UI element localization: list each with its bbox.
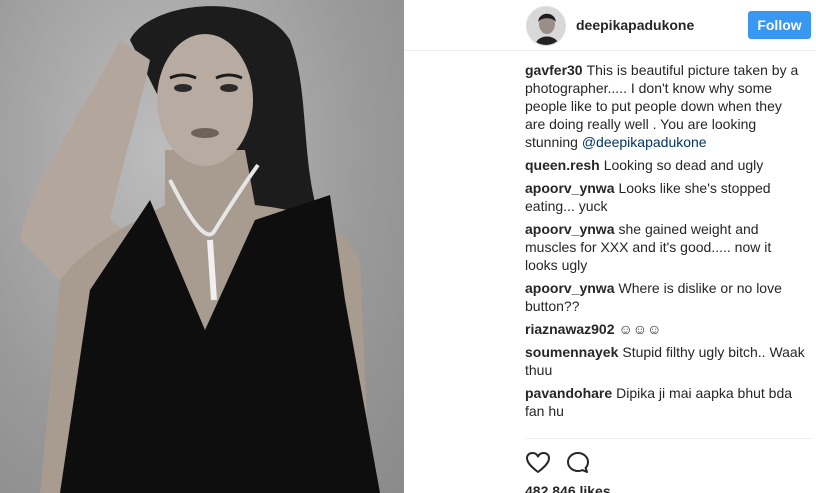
comment-item: apoorv_ynwa Looks like she's stopped eati… <box>525 179 805 215</box>
comment-item: riaznawaz902 ☺☺☺ <box>525 320 805 338</box>
post-sidebar: deepikapadukone Follow gavfer30 This is b… <box>404 0 816 493</box>
likes-count[interactable]: 482,846 likes <box>525 483 611 493</box>
divider <box>525 438 812 439</box>
portrait-image <box>20 6 380 493</box>
avatar-image <box>527 7 565 45</box>
comment-username[interactable]: soumennayek <box>525 344 618 360</box>
follow-button[interactable]: Follow <box>748 11 811 39</box>
post-header: deepikapadukone Follow <box>404 0 816 51</box>
comment-bubble-icon[interactable] <box>565 450 591 476</box>
comment-item: soumennayek Stupid filthy ugly bitch.. Wa… <box>525 343 805 379</box>
comment-username[interactable]: riaznawaz902 <box>525 321 615 337</box>
comment-item: apoorv_ynwa Where is dislike or no love b… <box>525 279 805 315</box>
post-photo[interactable] <box>0 0 404 493</box>
comment-item: pavandohare Dipika ji mai aapka bhut bda … <box>525 384 805 420</box>
comment-username[interactable]: gavfer30 <box>525 62 583 78</box>
comment-item: apoorv_ynwa she gained weight and muscles… <box>525 220 805 274</box>
comment-username[interactable]: pavandohare <box>525 385 612 401</box>
comment-username[interactable]: apoorv_ynwa <box>525 180 614 196</box>
comment-username[interactable]: apoorv_ynwa <box>525 280 614 296</box>
comment-text: Looking so dead and ugly <box>603 157 764 173</box>
heart-icon[interactable] <box>525 450 551 476</box>
comment-item: gavfer30 This is beautiful picture taken … <box>525 61 805 151</box>
comment-username[interactable]: apoorv_ynwa <box>525 221 614 237</box>
comment-username[interactable]: queen.resh <box>525 157 600 173</box>
comment-item: queen.resh Looking so dead and ugly <box>525 156 805 174</box>
comment-mention-link[interactable]: @deepikapadukone <box>582 134 707 150</box>
post-username[interactable]: deepikapadukone <box>576 17 694 33</box>
comments-list[interactable]: gavfer30 This is beautiful picture taken … <box>525 61 805 425</box>
avatar[interactable] <box>526 6 566 46</box>
comment-text: ☺☺☺ <box>618 321 662 337</box>
